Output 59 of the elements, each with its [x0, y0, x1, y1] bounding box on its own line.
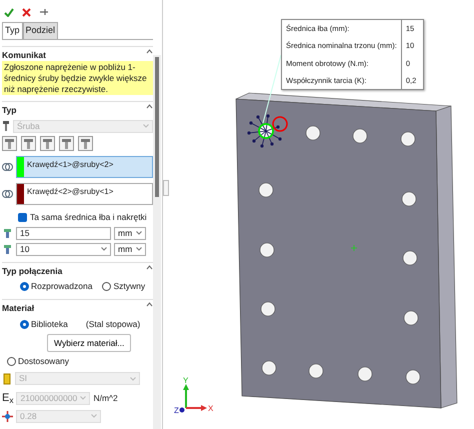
axis-label: X: [208, 404, 214, 413]
unit-dropdown[interactable]: mm: [114, 242, 146, 256]
unit-dropdown[interactable]: mm: [114, 226, 146, 240]
center-mark-icon: [350, 244, 358, 252]
close-icon[interactable]: [22, 8, 31, 16]
modulus-symbol: E$_{x}$: [2, 391, 14, 407]
axis-label: Z: [174, 406, 179, 415]
force-arrows-icon: [247, 114, 282, 148]
fastener-type-icon[interactable]: [78, 136, 93, 151]
leader-line: [262, 54, 282, 124]
fastener-type-icon[interactable]: [40, 136, 55, 151]
chevron-icon: [136, 247, 142, 252]
chevron-icon: [130, 376, 136, 381]
fastener-type-icon[interactable]: [59, 136, 74, 151]
edge-selection-box[interactable]: Krawędź<2>@sruby<1>: [16, 182, 153, 205]
section-title: Typ połączenia: [2, 264, 62, 278]
warning-message: Zgłoszone naprężenie w pobliżu 1-średnicy śruby będzie zwykle większe niż naprężenie rzeczywiste.: [2, 61, 153, 96]
chevron-icon: [91, 414, 97, 418]
diameter-field[interactable]: 15: [16, 226, 111, 240]
radio-option[interactable]: Dostosowany: [7, 355, 70, 368]
shank-diameter-icon: [2, 244, 13, 255]
diameter-dropdown[interactable]: 10: [16, 242, 111, 256]
collapse-caret-icon[interactable]: [146, 48, 153, 54]
units-icon: [2, 372, 12, 385]
fastener-type-icon[interactable]: [2, 136, 17, 151]
chevron-icon: [143, 124, 149, 128]
chevron-icon: [80, 396, 86, 400]
tab[interactable]: Podziel: [22, 22, 58, 38]
edge-selection-icon: [2, 162, 13, 172]
radio-option[interactable]: Sztywny: [102, 280, 146, 294]
collapse-caret-icon[interactable]: [146, 104, 153, 110]
edge-selection-box[interactable]: Krawędź<1>@sruby<2>: [16, 156, 153, 178]
unit-label: N/m^2: [93, 392, 118, 405]
collapse-caret-icon[interactable]: [146, 264, 153, 270]
selected-edge-marker: [258, 123, 274, 139]
section-title: Komunikat: [2, 48, 46, 62]
selected-edge-marker: [272, 116, 288, 132]
tab[interactable]: Typ: [2, 22, 23, 38]
axis-label: Y: [183, 376, 188, 385]
edge-selection-icon: [2, 188, 13, 199]
bolt-icon: [2, 121, 10, 132]
splitter-handle[interactable]: [163, 180, 169, 196]
section-title: Materiał: [2, 302, 34, 315]
check-icon[interactable]: [4, 8, 14, 16]
head-diameter-icon: [2, 228, 13, 239]
select-material-button[interactable]: Wybierz materiał...: [47, 334, 132, 352]
checkbox-label: Ta sama średnica łba i nakrętki: [30, 210, 147, 224]
section-title: Typ: [2, 104, 16, 117]
axis-triad-icon: [180, 384, 207, 412]
chevron-icon: [101, 247, 107, 252]
chevron-icon: [136, 231, 142, 236]
scrollbar[interactable]: [153, 55, 161, 429]
radio-option[interactable]: Rozprowadzona: [20, 280, 92, 294]
radio-option[interactable]: Biblioteka: [20, 318, 68, 331]
poisson-ratio-icon: [2, 410, 13, 422]
fastener-type-icon[interactable]: [21, 136, 36, 151]
checkbox[interactable]: [18, 212, 27, 222]
collapse-caret-icon[interactable]: [146, 302, 153, 308]
material-name: (Stal stopowa): [86, 318, 140, 331]
